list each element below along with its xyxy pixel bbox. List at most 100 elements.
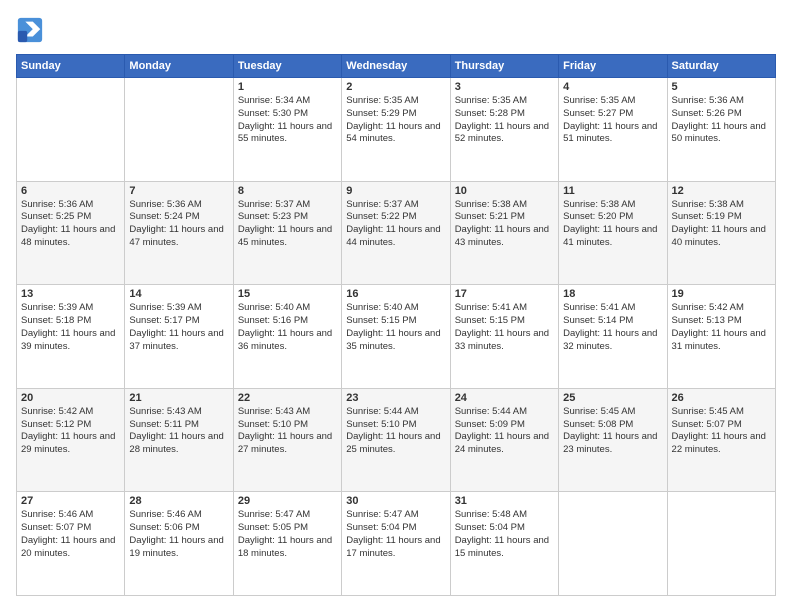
daylight: Daylight: 11 hours and 54 minutes. (346, 121, 440, 145)
sunset: Sunset: 5:22 PM (346, 211, 416, 222)
sunrise: Sunrise: 5:44 AM (346, 406, 418, 417)
calendar-week-3: 20Sunrise: 5:42 AMSunset: 5:12 PMDayligh… (17, 388, 776, 492)
cell-content: Sunrise: 5:41 AMSunset: 5:14 PMDaylight:… (563, 302, 662, 353)
calendar-cell: 4Sunrise: 5:35 AMSunset: 5:27 PMDaylight… (559, 78, 667, 182)
sunset: Sunset: 5:17 PM (129, 315, 199, 326)
calendar-cell: 7 Sunrise: 5:36 AMSunset: 5:24 PMDaylight… (125, 181, 233, 285)
calendar-table: SundayMondayTuesdayWednesdayThursdayFrid… (16, 54, 776, 596)
calendar-cell: 30Sunrise: 5:47 AMSunset: 5:04 PMDayligh… (342, 492, 450, 596)
daylight: Daylight: 11 hours and 47 minutes. (129, 224, 223, 248)
daylight: Daylight: 11 hours and 43 minutes. (455, 224, 549, 248)
daylight: Daylight: 11 hours and 20 minutes. (21, 535, 115, 559)
sunrise: Sunrise: 5:40 AM (346, 302, 418, 313)
sunset: Sunset: 5:27 PM (563, 108, 633, 119)
sunset: Sunset: 5:12 PM (21, 419, 91, 430)
daylight: Daylight: 11 hours and 48 minutes. (21, 224, 115, 248)
calendar-cell: 22Sunrise: 5:43 AMSunset: 5:10 PMDayligh… (233, 388, 341, 492)
daylight: Daylight: 11 hours and 52 minutes. (455, 121, 549, 145)
logo (16, 16, 48, 44)
day-number: 6 (21, 185, 120, 197)
sunrise: Sunrise: 5:36 AM (21, 199, 93, 210)
sunrise: Sunrise: 5:38 AM (455, 199, 527, 210)
calendar-cell: 6 Sunrise: 5:36 AMSunset: 5:25 PM Daylight… (17, 181, 125, 285)
day-number: 12 (672, 185, 771, 197)
sunset: Sunset: 5:24 PM (129, 211, 199, 222)
sunrise: Sunrise: 5:37 AM (238, 199, 310, 210)
calendar-cell: 17Sunrise: 5:41 AMSunset: 5:15 PMDayligh… (450, 285, 558, 389)
header (16, 16, 776, 44)
daylight: Daylight: 11 hours and 45 minutes. (238, 224, 332, 248)
daylight: Daylight: 11 hours and 55 minutes. (238, 121, 332, 145)
day-number: 23 (346, 392, 445, 404)
day-number: 22 (238, 392, 337, 404)
sunset: Sunset: 5:25 PM (21, 211, 91, 222)
calendar-cell: 31Sunrise: 5:48 AMSunset: 5:04 PMDayligh… (450, 492, 558, 596)
calendar-cell: 26Sunrise: 5:45 AMSunset: 5:07 PMDayligh… (667, 388, 775, 492)
daylight: Daylight: 11 hours and 50 minutes. (672, 121, 766, 145)
sunrise: Sunrise: 5:45 AM (672, 406, 744, 417)
day-number: 30 (346, 495, 445, 507)
daylight: Daylight: 11 hours and 51 minutes. (563, 121, 657, 145)
calendar-week-2: 13Sunrise: 5:39 AMSunset: 5:18 PMDayligh… (17, 285, 776, 389)
day-number: 28 (129, 495, 228, 507)
day-number: 24 (455, 392, 554, 404)
day-number: 1 (238, 81, 337, 93)
cell-content: Sunrise: 5:45 AMSunset: 5:08 PMDaylight:… (563, 406, 662, 457)
sunrise: Sunrise: 5:35 AM (563, 95, 635, 106)
sunrise: Sunrise: 5:34 AM (238, 95, 310, 106)
calendar-week-0: 1 Sunrise: 5:34 AM Sunset: 5:30 PM Daylight… (17, 78, 776, 182)
calendar-cell: 25Sunrise: 5:45 AMSunset: 5:08 PMDayligh… (559, 388, 667, 492)
calendar-cell: 9Sunrise: 5:37 AMSunset: 5:22 PMDaylight… (342, 181, 450, 285)
cell-content: Sunrise: 5:35 AMSunset: 5:28 PMDaylight:… (455, 95, 554, 146)
sunset: Sunset: 5:06 PM (129, 522, 199, 533)
sunset: Sunset: 5:10 PM (346, 419, 416, 430)
sunset: Sunset: 5:29 PM (346, 108, 416, 119)
day-number: 20 (21, 392, 120, 404)
cell-content: Sunrise: 5:38 AMSunset: 5:21 PM Daylight:… (455, 199, 554, 250)
sunset: Sunset: 5:08 PM (563, 419, 633, 430)
daylight: Daylight: 11 hours and 24 minutes. (455, 431, 549, 455)
cell-content: Sunrise: 5:41 AMSunset: 5:15 PMDaylight:… (455, 302, 554, 353)
logo-icon (16, 16, 44, 44)
sunrise: Sunrise: 5:43 AM (129, 406, 201, 417)
daylight: Daylight: 11 hours and 28 minutes. (129, 431, 223, 455)
day-number: 2 (346, 81, 445, 93)
calendar-cell: 8 Sunrise: 5:37 AMSunset: 5:23 PM Daylight… (233, 181, 341, 285)
cell-content: Sunrise: 5:40 AMSunset: 5:16 PMDaylight:… (238, 302, 337, 353)
sunset: Sunset: 5:30 PM (238, 108, 308, 119)
calendar-cell: 18Sunrise: 5:41 AMSunset: 5:14 PMDayligh… (559, 285, 667, 389)
daylight: Daylight: 11 hours and 40 minutes. (672, 224, 766, 248)
calendar-cell: 27 Sunrise: 5:46 AMSunset: 5:07 PMDayligh… (17, 492, 125, 596)
sunrise: Sunrise: 5:41 AM (455, 302, 527, 313)
sunrise: Sunrise: 5:47 AM (346, 509, 418, 520)
page: SundayMondayTuesdayWednesdayThursdayFrid… (0, 0, 792, 612)
daylight: Daylight: 11 hours and 32 minutes. (563, 328, 657, 352)
day-number: 31 (455, 495, 554, 507)
sunset: Sunset: 5:21 PM (455, 211, 525, 222)
col-header-monday: Monday (125, 55, 233, 78)
calendar-cell: 2Sunrise: 5:35 AMSunset: 5:29 PMDaylight… (342, 78, 450, 182)
day-number: 27 (21, 495, 120, 507)
daylight: Daylight: 11 hours and 36 minutes. (238, 328, 332, 352)
sunset: Sunset: 5:10 PM (238, 419, 308, 430)
day-number: 8 (238, 185, 337, 197)
cell-content: Sunrise: 5:36 AMSunset: 5:24 PMDaylight:… (129, 199, 228, 250)
sunset: Sunset: 5:13 PM (672, 315, 742, 326)
sunset: Sunset: 5:26 PM (672, 108, 742, 119)
sunset: Sunset: 5:23 PM (238, 211, 308, 222)
daylight: Daylight: 11 hours and 37 minutes. (129, 328, 223, 352)
sunset: Sunset: 5:18 PM (21, 315, 91, 326)
day-number: 7 (129, 185, 228, 197)
cell-content: Sunrise: 5:46 AMSunset: 5:07 PMDaylight:… (21, 509, 120, 560)
calendar-cell: 14Sunrise: 5:39 AMSunset: 5:17 PMDayligh… (125, 285, 233, 389)
col-header-thursday: Thursday (450, 55, 558, 78)
calendar-cell (667, 492, 775, 596)
sunset: Sunset: 5:15 PM (346, 315, 416, 326)
cell-content: Sunrise: 5:39 AMSunset: 5:17 PMDaylight:… (129, 302, 228, 353)
col-header-wednesday: Wednesday (342, 55, 450, 78)
daylight: Daylight: 11 hours and 15 minutes. (455, 535, 549, 559)
day-number: 16 (346, 288, 445, 300)
daylight: Daylight: 11 hours and 44 minutes. (346, 224, 440, 248)
col-header-sunday: Sunday (17, 55, 125, 78)
cell-content: Sunrise: 5:46 AMSunset: 5:06 PMDaylight:… (129, 509, 228, 560)
